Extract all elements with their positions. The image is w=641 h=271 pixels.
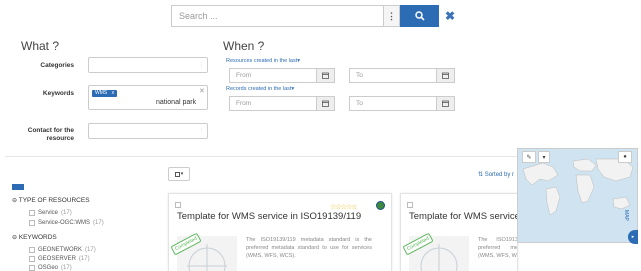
resources-to-date[interactable]: To xyxy=(349,68,455,83)
search-button[interactable] xyxy=(400,5,439,27)
card-abstract: The ISO1913 preferred me (WMS, WFS, W xyxy=(478,237,518,259)
records-created-link[interactable]: Records created in the last▾ xyxy=(226,86,294,92)
checkbox[interactable] xyxy=(29,256,35,262)
square-icon xyxy=(174,171,180,177)
rating-stars[interactable]: ☆☆☆☆☆ xyxy=(330,203,357,211)
facet-item-count: (17) xyxy=(61,210,72,216)
facet-item[interactable]: Service-OGC:WMS (17) xyxy=(29,220,104,226)
keyword-value: national park xyxy=(156,99,197,106)
card-abstract: The ISO19139/119 metadata standard is th… xyxy=(246,237,372,259)
result-card[interactable]: ☆☆☆☆☆ Template for WMS service in ISO191… xyxy=(168,193,392,271)
to-placeholder: To xyxy=(356,72,363,79)
sorted-by-dropdown[interactable]: ⇅ Sorted by r xyxy=(478,171,514,178)
facet-keywords-label: KEYWORDS xyxy=(18,234,57,241)
keywords-input[interactable] xyxy=(88,85,208,110)
keyword-tag-remove[interactable]: x xyxy=(112,90,115,96)
categories-input[interactable]: ⋮ xyxy=(88,57,208,73)
checkbox[interactable] xyxy=(407,202,413,208)
dropdown-handle-icon: ⋮ xyxy=(199,128,204,134)
menu-dots-icon: ⋮ xyxy=(387,10,396,21)
contact-input[interactable]: ⋮ xyxy=(88,123,208,139)
what-header: What ? xyxy=(21,39,60,53)
sort-icon: ⇅ xyxy=(478,172,484,178)
calendar-icon[interactable] xyxy=(436,97,454,110)
resources-created-link[interactable]: Resources created in the last▾ xyxy=(226,58,300,64)
close-icon[interactable]: ✖ xyxy=(445,9,455,23)
calendar-icon[interactable] xyxy=(436,69,454,82)
facet-item-count: (17) xyxy=(78,256,90,262)
facet-item-label: GEONETWORK xyxy=(38,247,83,253)
result-card[interactable]: Template for WMS service Completed The I… xyxy=(400,193,518,271)
records-to-date[interactable]: To xyxy=(349,96,455,111)
card-title[interactable]: Template for WMS service in ISO19139/119 xyxy=(177,211,361,222)
minus-circle-icon: ⊖ xyxy=(12,235,18,241)
search-input[interactable]: Search ... xyxy=(171,5,383,27)
search-icon xyxy=(414,11,425,21)
draw-button[interactable]: ✎ xyxy=(522,151,536,163)
chevron-down-icon: ▾ xyxy=(542,154,546,161)
records-from-date[interactable]: From xyxy=(229,96,335,111)
to-placeholder: To xyxy=(356,100,363,107)
when-header: When ? xyxy=(223,39,265,53)
facet-item-count: (17) xyxy=(61,265,72,271)
sorted-by-label: Sorted by r xyxy=(484,172,515,178)
from-placeholder: From xyxy=(236,100,252,107)
from-placeholder: From xyxy=(236,72,252,79)
resources-from-date[interactable]: From xyxy=(229,68,335,83)
world-map[interactable] xyxy=(518,149,638,243)
facet-item-label: Service xyxy=(38,210,59,216)
pencil-icon: ✎ xyxy=(526,154,532,161)
facet-item[interactable]: OSGeo (17) xyxy=(29,265,72,271)
map-expand-button[interactable]: ▸ xyxy=(628,230,638,244)
minus-circle-icon: ⊖ xyxy=(12,198,18,204)
contact-label: Contact for the resource xyxy=(27,127,74,142)
globe-icon: ● xyxy=(623,154,627,160)
checkbox[interactable] xyxy=(29,210,35,216)
calendar-icon[interactable] xyxy=(316,69,334,82)
draw-options-button[interactable]: ▾ xyxy=(538,151,550,163)
keyword-tag-label: WMS xyxy=(95,90,108,96)
facet-type-header[interactable]: ⊖ TYPE OF RESOURCES xyxy=(12,197,90,204)
dropdown-handle-icon: ⋮ xyxy=(199,62,204,68)
categories-label: Categories xyxy=(40,62,74,69)
calendar-icon[interactable] xyxy=(316,97,334,110)
map-layers-button[interactable]: ● xyxy=(618,151,632,163)
globe-icon xyxy=(376,201,385,210)
checkbox[interactable] xyxy=(175,202,181,208)
facet-item[interactable]: Service (17) xyxy=(29,210,72,216)
map-panel[interactable]: ✎ ▾ ● xyxy=(517,148,638,243)
keywords-label: Keywords xyxy=(42,90,74,97)
keyword-tag[interactable]: WMS x xyxy=(92,90,118,97)
facet-item-label: GEOSERVER xyxy=(38,256,76,262)
facet-item-count: (17) xyxy=(93,220,104,226)
facet-toggle-button[interactable] xyxy=(12,184,24,190)
facet-item-label: OSGeo xyxy=(38,265,59,271)
facet-type-label: TYPE OF RESOURCES xyxy=(18,197,90,204)
checkbox[interactable] xyxy=(29,265,35,271)
chevron-down-icon: ▾ xyxy=(180,171,184,177)
facet-item[interactable]: GEONETWORK (17) xyxy=(29,247,96,253)
star-icon[interactable]: ☆ xyxy=(351,204,357,211)
map-side-label: MAP xyxy=(623,210,629,221)
facet-keywords-header[interactable]: ⊖ KEYWORDS xyxy=(12,234,57,241)
checkbox[interactable] xyxy=(29,220,35,226)
search-bar: Search ... ⋮ xyxy=(171,5,439,27)
chevron-right-icon: ▸ xyxy=(631,234,635,240)
close-icon[interactable]: ✕ xyxy=(199,87,205,95)
card-title[interactable]: Template for WMS service xyxy=(409,211,517,222)
facet-item-count: (17) xyxy=(85,247,96,253)
facet-item[interactable]: GEOSERVER (17) xyxy=(29,256,90,262)
facet-item-label: Service-OGC:WMS xyxy=(38,220,91,226)
search-options-button[interactable]: ⋮ xyxy=(383,5,400,27)
checkbox[interactable] xyxy=(29,247,35,253)
select-all-button[interactable]: ▾ xyxy=(168,167,190,181)
